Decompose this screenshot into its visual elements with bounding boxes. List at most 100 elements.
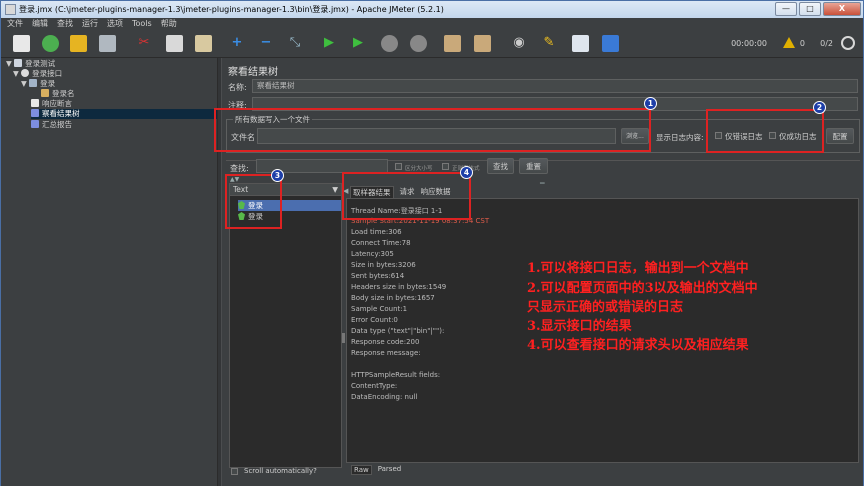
menu-help[interactable]: 帮助 bbox=[161, 18, 177, 30]
warning-icon[interactable] bbox=[783, 37, 795, 48]
page-title: 察看结果树 bbox=[228, 67, 278, 78]
search-button[interactable]: 查找 bbox=[487, 158, 514, 174]
menu-tools[interactable]: Tools bbox=[132, 18, 152, 30]
annotation-badge-3: 3 bbox=[271, 169, 284, 182]
warning-count: 0 bbox=[799, 39, 805, 48]
clear-icon[interactable] bbox=[444, 35, 461, 52]
result-line: DataEncoding: null bbox=[351, 393, 418, 401]
result-line: Latency:305 bbox=[351, 250, 394, 258]
tree-item-login-name[interactable]: 登录名 bbox=[41, 89, 75, 99]
annotation-box-3 bbox=[225, 174, 282, 229]
annotation-badge-2: 2 bbox=[813, 101, 826, 114]
annotation-box-2 bbox=[706, 109, 824, 153]
result-line: Data type ("text"|"bin"|""): bbox=[351, 327, 445, 335]
close-button[interactable]: X bbox=[823, 2, 861, 16]
app-icon bbox=[5, 4, 16, 15]
annotation-note-3: 3.显示接口的结果 bbox=[527, 319, 632, 334]
maximize-button[interactable]: □ bbox=[799, 2, 821, 16]
result-line: Load time:306 bbox=[351, 228, 402, 236]
menu-file[interactable]: 文件 bbox=[7, 18, 23, 30]
start-no-pauses-icon[interactable]: ▶ bbox=[348, 33, 368, 53]
stop-icon[interactable] bbox=[381, 35, 398, 52]
search-label: 查找: bbox=[230, 164, 249, 173]
tab-raw[interactable]: Raw bbox=[351, 465, 372, 475]
annotation-note-4: 4.可以查看接口的请求头以及相应结果 bbox=[527, 338, 749, 353]
testplan-icon bbox=[14, 59, 23, 67]
menu-options[interactable]: 选项 bbox=[107, 18, 123, 30]
collapse-icon[interactable]: − bbox=[256, 33, 276, 53]
result-line: Response message: bbox=[351, 349, 421, 357]
pencil-icon bbox=[29, 79, 38, 87]
menu-edit[interactable]: 编辑 bbox=[32, 18, 48, 30]
tool-icon bbox=[41, 89, 49, 97]
expand-icon[interactable]: + bbox=[227, 33, 247, 53]
case-sensitive-label: 区分大小写 bbox=[405, 166, 433, 172]
remote-globe-icon[interactable] bbox=[841, 36, 855, 50]
reset-search-icon[interactable]: ✎ bbox=[539, 33, 559, 53]
tab-parsed[interactable]: Parsed bbox=[378, 465, 401, 475]
open-icon[interactable] bbox=[70, 35, 87, 52]
name-label: 名称: bbox=[228, 83, 247, 92]
window-title: 登录.jmx (C:\jmeter-plugins-manager-1.3\jm… bbox=[19, 5, 444, 14]
annotation-box-4 bbox=[342, 172, 471, 220]
result-line: Sent bytes:614 bbox=[351, 272, 405, 280]
search-icon[interactable]: ◉ bbox=[509, 33, 529, 53]
new-icon[interactable] bbox=[13, 35, 30, 52]
toggle-icon[interactable]: ⤡ bbox=[285, 33, 305, 53]
copy-icon[interactable] bbox=[166, 35, 183, 52]
result-line: HTTPSampleResult fields: bbox=[351, 371, 441, 379]
tree-item-threadgroup[interactable]: ▼ 登录接口 bbox=[13, 69, 62, 79]
configure-button[interactable]: 配置 bbox=[826, 128, 854, 144]
result-line: Sample Count:1 bbox=[351, 305, 408, 313]
tree-item-view-results-tree[interactable]: 察看结果树 bbox=[31, 109, 217, 119]
result-line: Size in bytes:3206 bbox=[351, 261, 416, 269]
tree-item-summary-report[interactable]: 汇总报告 bbox=[31, 120, 72, 130]
annotation-note-2: 2.可以配置页面中的3以及输出的文档中 bbox=[527, 281, 758, 296]
minimize-button[interactable]: — bbox=[775, 2, 797, 16]
regex-checkbox[interactable] bbox=[442, 163, 449, 170]
doc-icon bbox=[31, 99, 39, 107]
active-threads: 0/2 bbox=[820, 39, 833, 48]
test-plan-tree: ▼ 登录测试 ▼ 登录接口 ▼ 登录 登录名 响应断言 察看结果树 汇总报告 bbox=[1, 58, 217, 486]
start-icon[interactable]: ▶ bbox=[319, 33, 339, 53]
chevron-down-icon: ▼ bbox=[332, 185, 338, 194]
save-icon[interactable] bbox=[99, 35, 116, 52]
clear-all-icon[interactable] bbox=[474, 35, 491, 52]
tree-item-testplan[interactable]: ▼ 登录测试 bbox=[6, 59, 55, 69]
toolbar: ✂ + − ⤡ ▶ ▶ ◉ ✎ 00:00:00 0 0/2 bbox=[1, 30, 863, 58]
annotation-box-1 bbox=[214, 108, 651, 152]
split-handle[interactable] bbox=[342, 333, 345, 343]
menu-run[interactable]: 运行 bbox=[82, 18, 98, 30]
annotation-note-2b: 只显示正确的或错误的日志 bbox=[527, 300, 684, 315]
scroll-auto-label: Scroll automatically? bbox=[244, 467, 317, 475]
tree-item-sampler[interactable]: ▼ 登录 bbox=[21, 79, 55, 89]
annotation-badge-1: 1 bbox=[644, 97, 657, 110]
chart-icon bbox=[31, 109, 39, 117]
function-helper-icon[interactable] bbox=[572, 35, 589, 52]
result-line: Connect Time:78 bbox=[351, 239, 411, 247]
menu-bar: 文件 编辑 查找 运行 选项 Tools 帮助 bbox=[1, 18, 863, 30]
gear-icon bbox=[21, 69, 30, 77]
result-line: Headers size in bytes:1549 bbox=[351, 283, 447, 291]
log-content-label: 显示日志内容: bbox=[656, 133, 704, 142]
paste-icon[interactable] bbox=[195, 35, 212, 52]
result-line: Error Count:0 bbox=[351, 316, 398, 324]
result-line: Response code:200 bbox=[351, 338, 420, 346]
scroll-auto-checkbox[interactable] bbox=[231, 468, 238, 475]
result-line: Body size in bytes:1657 bbox=[351, 294, 435, 302]
reset-button[interactable]: 重置 bbox=[519, 158, 548, 174]
annotation-badge-4: 4 bbox=[460, 166, 473, 179]
chart-icon bbox=[31, 120, 39, 128]
case-sensitive-checkbox[interactable] bbox=[395, 163, 402, 170]
shutdown-icon[interactable] bbox=[410, 35, 427, 52]
elapsed-timer: 00:00:00 bbox=[731, 39, 767, 48]
cut-icon[interactable]: ✂ bbox=[134, 33, 154, 53]
title-bar: 登录.jmx (C:\jmeter-plugins-manager-1.3\jm… bbox=[1, 1, 863, 18]
templates-icon[interactable] bbox=[42, 35, 59, 52]
menu-search[interactable]: 查找 bbox=[57, 18, 73, 30]
help-icon[interactable] bbox=[602, 35, 619, 52]
jmeter-window: 登录.jmx (C:\jmeter-plugins-manager-1.3\jm… bbox=[0, 0, 864, 486]
name-field[interactable]: 察看结果树 bbox=[252, 79, 858, 93]
tree-item-assertion[interactable]: 响应断言 bbox=[31, 99, 72, 109]
result-line: ContentType: bbox=[351, 382, 398, 390]
